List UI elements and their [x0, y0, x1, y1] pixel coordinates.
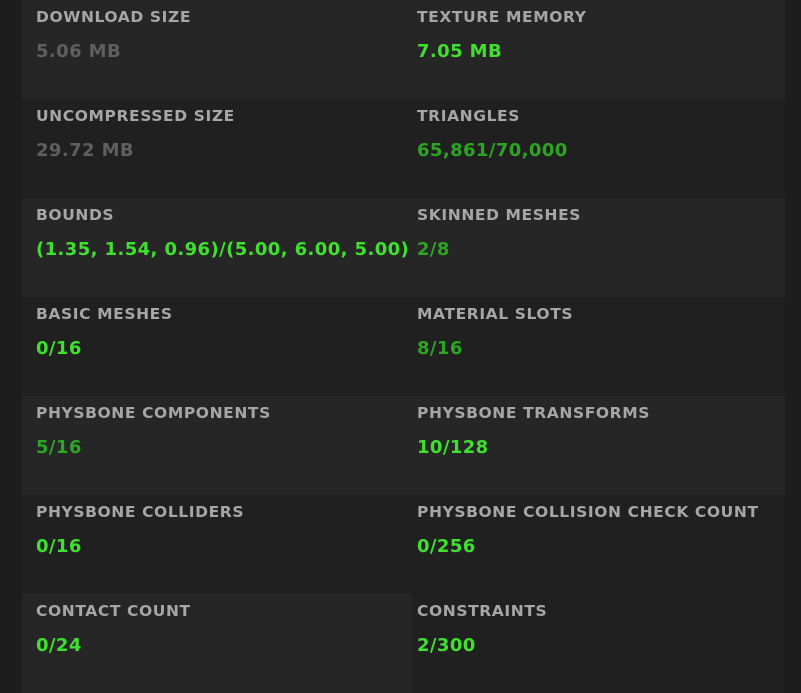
stat-label: UNCOMPRESSED SIZE — [36, 107, 235, 125]
stat-label: BASIC MESHES — [36, 305, 173, 323]
stat-label: PHYSBONE COLLIDERS — [36, 503, 245, 521]
stat-value: 29.72 MB — [36, 140, 135, 161]
stat-label: PHYSBONE COLLISION CHECK COUNT — [417, 503, 759, 521]
stat-download-size: DOWNLOAD SIZE 5.06 MB — [22, 0, 412, 99]
stat-basic-meshes: BASIC MESHES 0/16 — [22, 297, 412, 396]
stat-label: TEXTURE MEMORY — [417, 8, 587, 26]
stat-physbone-colliders: PHYSBONE COLLIDERS 0/16 — [22, 495, 412, 594]
stat-uncompressed-size: UNCOMPRESSED SIZE 29.72 MB — [22, 99, 412, 198]
stat-value: 0/24 — [36, 635, 82, 656]
stat-value: 0/256 — [417, 536, 476, 557]
stat-material-slots: MATERIAL SLOTS 8/16 — [412, 297, 785, 396]
stat-physbone-components: PHYSBONE COMPONENTS 5/16 — [22, 396, 412, 495]
stat-value: 2/300 — [417, 635, 476, 656]
stat-skinned-meshes: SKINNED MESHES 2/8 — [412, 198, 785, 297]
stat-constraints: CONSTRAINTS 2/300 — [412, 594, 785, 693]
stat-label: PHYSBONE TRANSFORMS — [417, 404, 650, 422]
stat-bounds: BOUNDS (1.35, 1.54, 0.96)/(5.00, 6.00, 5… — [22, 198, 412, 297]
stat-value: 7.05 MB — [417, 41, 503, 62]
stat-label: CONSTRAINTS — [417, 602, 548, 620]
stat-label: BOUNDS — [36, 206, 115, 224]
stat-value: (1.35, 1.54, 0.96)/(5.00, 6.00, 5.00) — [36, 239, 410, 260]
stat-value: 0/16 — [36, 536, 82, 557]
stat-label: SKINNED MESHES — [417, 206, 582, 224]
stat-value: 0/16 — [36, 338, 82, 359]
stat-triangles: TRIANGLES 65,861/70,000 — [412, 99, 785, 198]
stat-label: CONTACT COUNT — [36, 602, 191, 620]
stat-label: MATERIAL SLOTS — [417, 305, 574, 323]
stat-value: 8/16 — [417, 338, 463, 359]
stat-physbone-transforms: PHYSBONE TRANSFORMS 10/128 — [412, 396, 785, 495]
stat-contact-count: CONTACT COUNT 0/24 — [22, 594, 412, 693]
stat-label: DOWNLOAD SIZE — [36, 8, 192, 26]
stat-label: PHYSBONE COMPONENTS — [36, 404, 271, 422]
stat-value: 10/128 — [417, 437, 489, 458]
stat-label: TRIANGLES — [417, 107, 520, 125]
stat-value: 5/16 — [36, 437, 82, 458]
stat-value: 2/8 — [417, 239, 450, 260]
stat-value: 5.06 MB — [36, 41, 122, 62]
stat-value: 65,861/70,000 — [417, 140, 568, 161]
stat-physbone-collision-check-count: PHYSBONE COLLISION CHECK COUNT 0/256 — [412, 495, 785, 594]
stat-texture-memory: TEXTURE MEMORY 7.05 MB — [412, 0, 785, 99]
